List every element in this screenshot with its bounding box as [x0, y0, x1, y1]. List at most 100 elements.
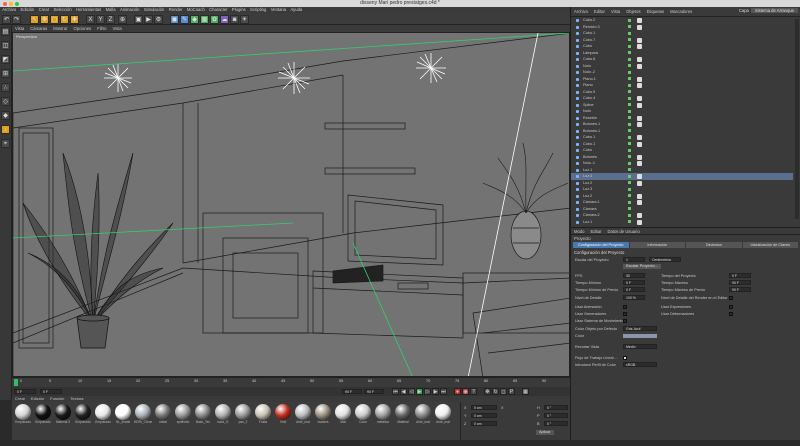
visibility-check-icon[interactable] [628, 83, 631, 87]
key-position-icon[interactable]: ✥ [484, 388, 491, 395]
object-scrollbar[interactable] [795, 19, 799, 219]
visibility-check-icon[interactable] [628, 103, 631, 106]
viewport-menu-item[interactable]: Cámaras [27, 25, 50, 32]
move-tool-icon[interactable]: ✥ [40, 14, 49, 24]
make-editable-icon[interactable]: ▤ [1, 27, 10, 36]
material-item[interactable]: Empotrado [14, 404, 32, 427]
layout-selector[interactable]: Capa Sistema de Arranque [739, 8, 798, 13]
y-axis-icon[interactable]: Y [96, 14, 105, 24]
material-item[interactable]: Vinil [274, 404, 292, 427]
material-tag-icon[interactable] [637, 122, 642, 127]
object-menu-item[interactable]: Marcadores [667, 7, 695, 16]
viewport-menu-item[interactable]: Opciones [70, 25, 94, 32]
current-frame-field[interactable]: 0 F [14, 389, 36, 394]
material-item[interactable]: Empotrado [94, 404, 112, 427]
visibility-check-icon[interactable] [628, 148, 631, 152]
material-item[interactable]: HL_Inside [114, 404, 132, 427]
clip-select[interactable]: Medio [623, 344, 657, 349]
visibility-check-icon[interactable] [628, 31, 631, 35]
visibility-check-icon[interactable] [628, 142, 631, 145]
coord-p[interactable]: 0 ° [544, 413, 568, 418]
minimize-window-button[interactable] [9, 1, 13, 6]
snap-icon[interactable]: ⌖ [1, 139, 10, 148]
material-tag-icon[interactable] [637, 141, 642, 147]
texture-mode-icon[interactable]: ◩ [1, 55, 10, 64]
close-window-button[interactable] [3, 1, 7, 6]
redo-icon[interactable]: ↷ [12, 14, 21, 24]
visibility-check-icon[interactable] [628, 57, 631, 61]
visibility-check-icon[interactable] [628, 213, 631, 217]
render-settings-icon[interactable]: ⚙ [154, 14, 163, 24]
visibility-check-icon[interactable] [628, 187, 631, 191]
material-tag-icon[interactable] [637, 96, 642, 101]
scale-unit-select[interactable]: Centímetros [649, 257, 681, 262]
visibility-check-icon[interactable] [628, 90, 631, 93]
material-item[interactable]: Material [394, 404, 412, 427]
material-item[interactable]: Ante_mat [434, 404, 452, 427]
viewport-menu-item[interactable]: Vista [109, 25, 124, 32]
start-frame-field[interactable]: 0 F [40, 389, 62, 394]
material-tag-icon[interactable] [637, 200, 642, 205]
material-tag-icon[interactable] [637, 115, 642, 121]
material-item[interactable]: Fusta [254, 404, 272, 427]
end-frame-field[interactable]: 90 F [342, 389, 362, 394]
material-item[interactable]: synthetic [174, 404, 192, 427]
undo-icon[interactable]: ↶ [2, 14, 11, 24]
rotate-tool-icon[interactable]: ↻ [60, 14, 69, 24]
material-tag-icon[interactable] [637, 180, 642, 186]
visibility-check-icon[interactable] [628, 155, 631, 158]
material-item[interactable]: Ante_mat [414, 404, 432, 427]
color-profile-select[interactable]: sRGB [623, 362, 657, 367]
timeline[interactable]: 0 5 10 15 20 25 30 35 40 45 50 55 60 65 70 75 80 85 90 [12, 377, 570, 387]
render-picture-viewer-icon[interactable]: ▶ [144, 14, 153, 24]
coord-x[interactable]: 0 cm [471, 405, 497, 410]
object-menu-item[interactable]: Objetos [623, 7, 643, 16]
select-tool-icon[interactable]: ↖ [30, 14, 39, 24]
checkbox[interactable] [623, 319, 627, 323]
visibility-check-icon[interactable] [628, 168, 631, 171]
coord-y[interactable]: 0 cm [471, 413, 497, 418]
material-tag-icon[interactable] [637, 174, 642, 179]
material-tag-icon[interactable] [637, 154, 642, 160]
playhead[interactable] [14, 379, 18, 386]
viewport-menu-item[interactable]: Mostrar [50, 25, 70, 32]
visibility-check-icon[interactable] [628, 51, 631, 54]
object-menu-item[interactable]: Etiquetas [644, 7, 667, 16]
visibility-check-icon[interactable] [628, 109, 631, 113]
material-tag-icon[interactable] [637, 37, 642, 43]
checkbox[interactable] [623, 305, 627, 309]
field-value[interactable]: 30 [623, 273, 645, 278]
next-frame-icon[interactable]: ▷ [424, 388, 431, 395]
field-value[interactable]: 90 F [729, 280, 751, 285]
material-item[interactable]: Empotrado [34, 404, 52, 427]
visibility-check-icon[interactable] [628, 122, 631, 126]
visibility-check-icon[interactable] [628, 181, 631, 184]
visibility-check-icon[interactable] [628, 44, 631, 48]
model-mode-icon[interactable]: ◫ [1, 41, 10, 50]
visibility-check-icon[interactable] [628, 200, 631, 204]
deformer-icon[interactable]: ✿ [210, 14, 219, 24]
prev-frame-icon[interactable]: ◁ [408, 388, 415, 395]
subdivision-icon[interactable]: ◆ [190, 14, 199, 24]
material-item[interactable]: metalica [374, 404, 392, 427]
apply-button[interactable]: Aplicar [536, 430, 554, 435]
key-rotation-icon[interactable]: ↻ [492, 388, 499, 395]
visibility-check-icon[interactable] [628, 135, 631, 139]
prev-key-icon[interactable]: ◀ [400, 388, 407, 395]
object-menu-item[interactable]: Vista [608, 7, 623, 16]
material-tag-icon[interactable] [637, 76, 642, 82]
visibility-check-icon[interactable] [628, 116, 631, 119]
visibility-check-icon[interactable] [628, 18, 631, 22]
field-value[interactable]: 0 F [623, 280, 645, 285]
object-row[interactable]: Luz.1 [571, 219, 793, 226]
coord-z[interactable]: 0 cm [471, 421, 497, 426]
axis-mode-icon[interactable]: ↕ [1, 125, 10, 134]
material-tag-icon[interactable] [637, 83, 642, 88]
cube-icon[interactable]: ◼ [170, 14, 179, 24]
visibility-check-icon[interactable] [628, 174, 631, 178]
color-swatch[interactable] [623, 334, 657, 338]
coord-b[interactable]: 0 ° [544, 421, 568, 426]
material-tag-icon[interactable] [637, 193, 642, 199]
autokey-icon[interactable]: ◉ [462, 388, 469, 395]
material-tag-icon[interactable] [637, 18, 642, 23]
